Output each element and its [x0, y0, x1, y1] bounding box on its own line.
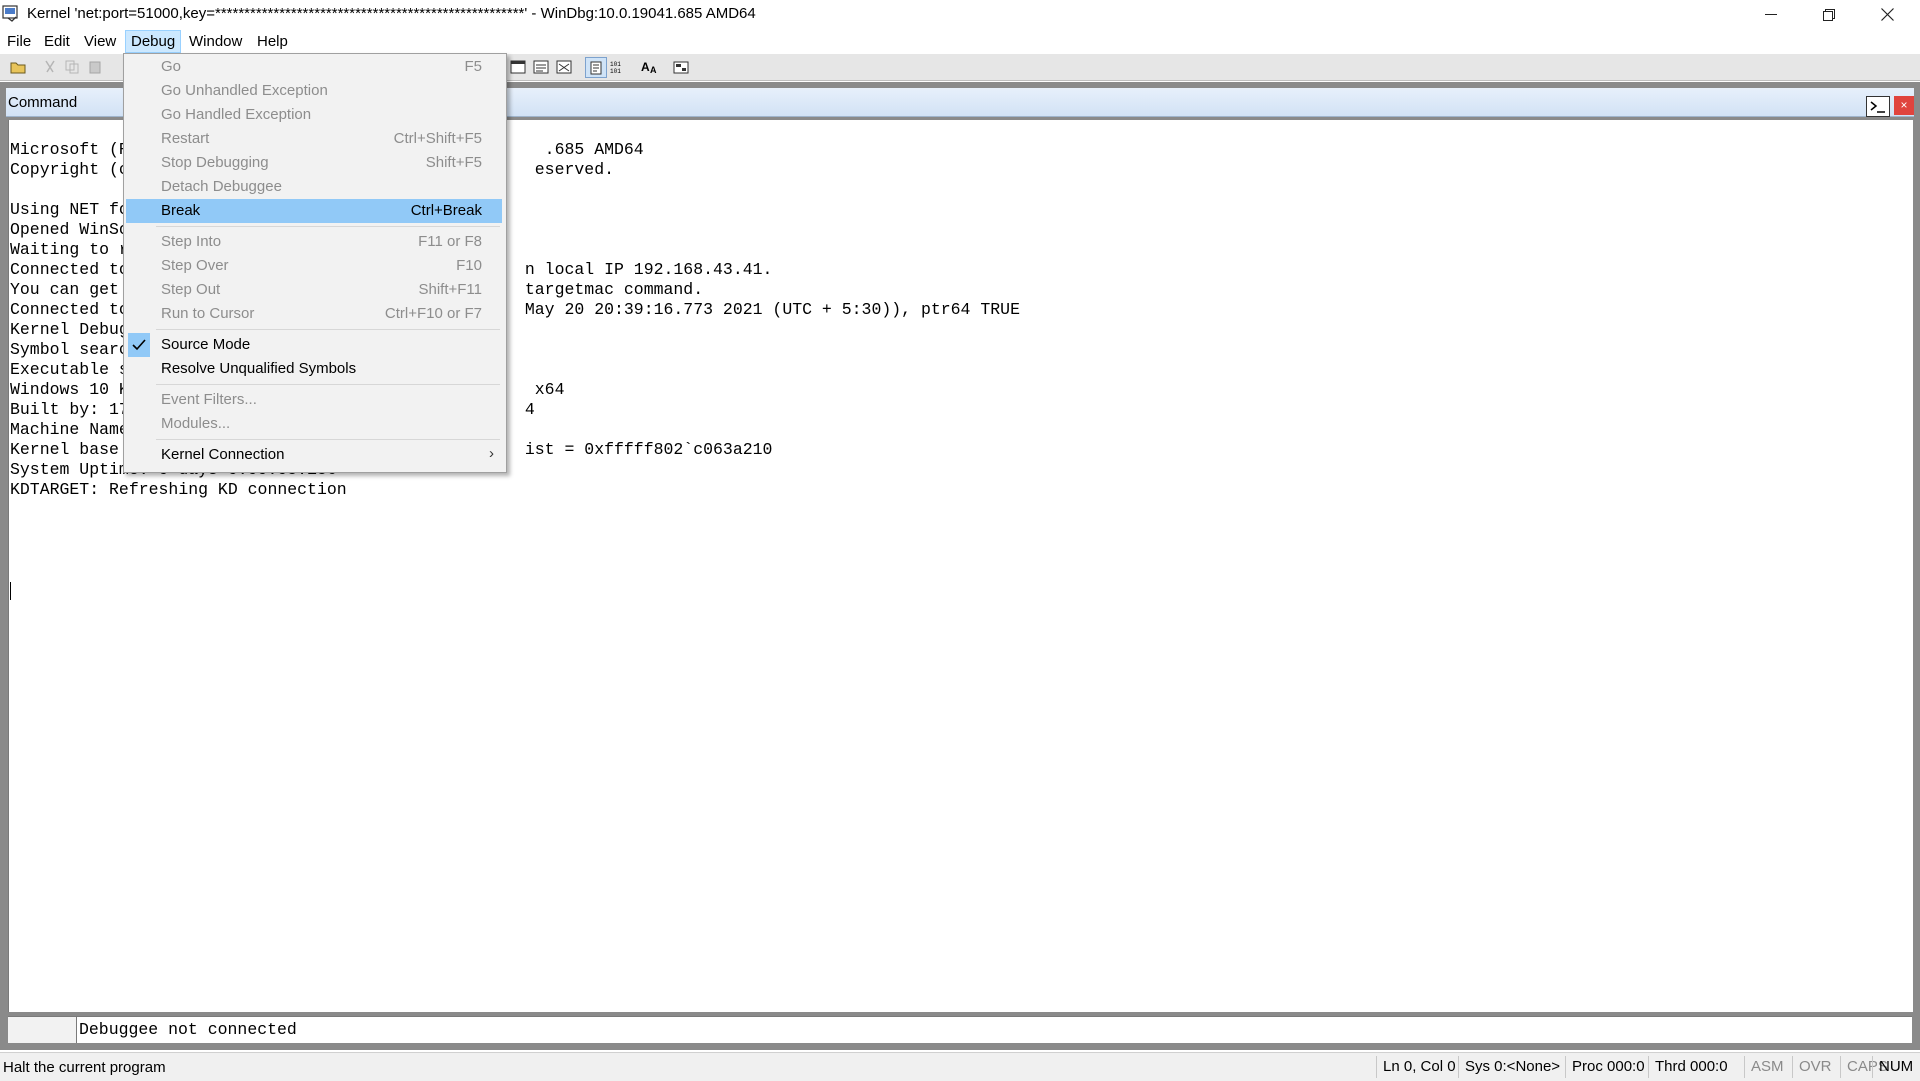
open-folder-icon[interactable]	[9, 57, 29, 76]
menu-separator	[156, 439, 500, 440]
cut-icon[interactable]	[40, 57, 60, 76]
status-ovr: OVR	[1792, 1056, 1838, 1078]
menu-item-shortcut: Ctrl+Break	[410, 202, 482, 219]
menu-item-shortcut: F10	[456, 257, 482, 274]
debug-menu-item-detach-debuggee[interactable]: Detach Debuggee	[126, 175, 502, 199]
debug-menu-item-step-over[interactable]: Step Over F10	[126, 254, 502, 278]
debug-menu-item-go-handled-exception[interactable]: Go Handled Exception	[126, 103, 502, 127]
command-input[interactable]: Debuggee not connected	[79, 1019, 297, 1041]
debug-menu-item-kernel-connection[interactable]: Kernel Connection ›	[126, 443, 502, 467]
menu-item-shortcut: Shift+F11	[418, 281, 482, 298]
command-input-row: Debuggee not connected	[8, 1016, 1912, 1043]
status-asm: ASM	[1744, 1056, 1790, 1078]
debug-menu-item-go-unhandled-exception[interactable]: Go Unhandled Exception	[126, 79, 502, 103]
menu-item-label: Resolve Unqualified Symbols	[161, 360, 357, 377]
command-window-title: Command	[8, 94, 78, 111]
menu-item-label: Step Into	[161, 233, 222, 250]
restore-icon[interactable]	[1800, 0, 1858, 29]
debug-menu-item-modules[interactable]: Modules...	[126, 412, 502, 436]
disassembly-window-icon[interactable]	[531, 57, 551, 76]
svg-text:101: 101	[610, 61, 621, 68]
menu-item-label: Restart	[161, 130, 210, 147]
debug-menu-item-run-to-cursor[interactable]: Run to Cursor Ctrl+F10 or F7	[126, 302, 502, 326]
status-process: Proc 000:0	[1565, 1056, 1651, 1078]
menu-item-shortcut: Ctrl+F10 or F7	[384, 305, 482, 322]
paste-icon[interactable]	[85, 57, 105, 76]
menu-item-label: Kernel Connection	[161, 446, 285, 463]
window-title: Kernel 'net:port=51000,key=*************…	[27, 5, 756, 22]
menu-help[interactable]: Help	[252, 31, 293, 52]
title-bar: Kernel 'net:port=51000,key=*************…	[0, 0, 1920, 29]
debug-menu-item-resolve-unqualified-symbols[interactable]: Resolve Unqualified Symbols	[126, 357, 502, 381]
status-num: NUM	[1872, 1056, 1919, 1078]
copy-icon[interactable]	[62, 57, 82, 76]
debug-menu-item-restart[interactable]: Restart Ctrl+Shift+F5	[126, 127, 502, 151]
debug-menu-dropdown: Go F5 Go Unhandled Exception Go Handled Exc…	[123, 53, 507, 473]
menu-item-label: Modules...	[161, 415, 231, 432]
command-prompt-label	[8, 1017, 77, 1043]
debug-menu-item-stop-debugging[interactable]: Stop Debugging Shift+F5	[126, 151, 502, 175]
menu-item-shortcut: F11 or F8	[418, 233, 482, 250]
windbg-app-icon[interactable]	[2, 5, 20, 22]
menu-item-label: Detach Debuggee	[161, 178, 282, 195]
menu-item-label: Break	[161, 202, 201, 219]
close-icon[interactable]	[1858, 0, 1916, 29]
menu-item-label: Stop Debugging	[161, 154, 269, 171]
menu-item-shortcut: Shift+F5	[425, 154, 482, 171]
menu-item-label: Step Out	[161, 281, 221, 298]
menu-edit[interactable]: Edit	[39, 31, 75, 52]
memory-window-icon[interactable]	[508, 57, 528, 76]
menu-separator	[156, 384, 500, 385]
close-icon[interactable]: ×	[1894, 96, 1914, 115]
svg-text:A: A	[650, 65, 657, 74]
debug-menu-item-step-out[interactable]: Step Out Shift+F11	[126, 278, 502, 302]
debug-menu-item-event-filters[interactable]: Event Filters...	[126, 388, 502, 412]
status-line-col: Ln 0, Col 0	[1376, 1056, 1462, 1078]
menu-item-label: Step Over	[161, 257, 229, 274]
debug-menu-item-source-mode[interactable]: Source Mode	[126, 333, 502, 357]
menu-item-shortcut: Ctrl+Shift+F5	[393, 130, 482, 147]
text-caret	[10, 582, 11, 600]
menu-item-label: Go Unhandled Exception	[161, 82, 328, 99]
menu-item-label: Event Filters...	[161, 391, 257, 408]
hex-mode-icon[interactable]: 101 101	[608, 57, 628, 76]
check-icon	[128, 333, 150, 357]
options-icon[interactable]	[671, 57, 691, 76]
minimize-icon[interactable]	[1742, 0, 1800, 29]
menu-separator	[156, 226, 500, 227]
menu-item-label: Source Mode	[161, 336, 251, 353]
menu-bar: File Edit View Debug Window Help	[0, 29, 1920, 54]
command-prompt-icon[interactable]	[1866, 96, 1890, 117]
status-system: Sys 0:<None>	[1458, 1056, 1566, 1078]
status-bar: Halt the current program Ln 0, Col 0 Sys…	[0, 1052, 1920, 1081]
svg-text:A: A	[641, 60, 650, 74]
menu-item-label: Run to Cursor	[161, 305, 255, 322]
menu-file[interactable]: File	[2, 31, 36, 52]
menu-view[interactable]: View	[79, 31, 121, 52]
status-thread: Thrd 000:0	[1648, 1056, 1734, 1078]
menu-window[interactable]: Window	[184, 31, 247, 52]
source-mode-icon[interactable]	[585, 57, 607, 78]
debug-menu-item-go[interactable]: Go F5	[126, 55, 502, 79]
menu-item-shortcut: F5	[464, 58, 482, 75]
menu-separator	[156, 329, 500, 330]
menu-debug[interactable]: Debug	[125, 30, 182, 53]
font-icon[interactable]: AA	[640, 57, 660, 76]
scratch-pad-icon[interactable]	[554, 57, 574, 76]
svg-text:101: 101	[610, 68, 621, 74]
menu-item-label: Go Handled Exception	[161, 106, 312, 123]
chevron-right-icon: ›	[489, 445, 494, 462]
menu-item-label: Go	[161, 58, 182, 75]
debug-menu-item-step-into[interactable]: Step Into F11 or F8	[126, 230, 502, 254]
status-message: Halt the current program	[3, 1059, 166, 1076]
debug-menu-item-break[interactable]: Break Ctrl+Break	[126, 199, 502, 223]
